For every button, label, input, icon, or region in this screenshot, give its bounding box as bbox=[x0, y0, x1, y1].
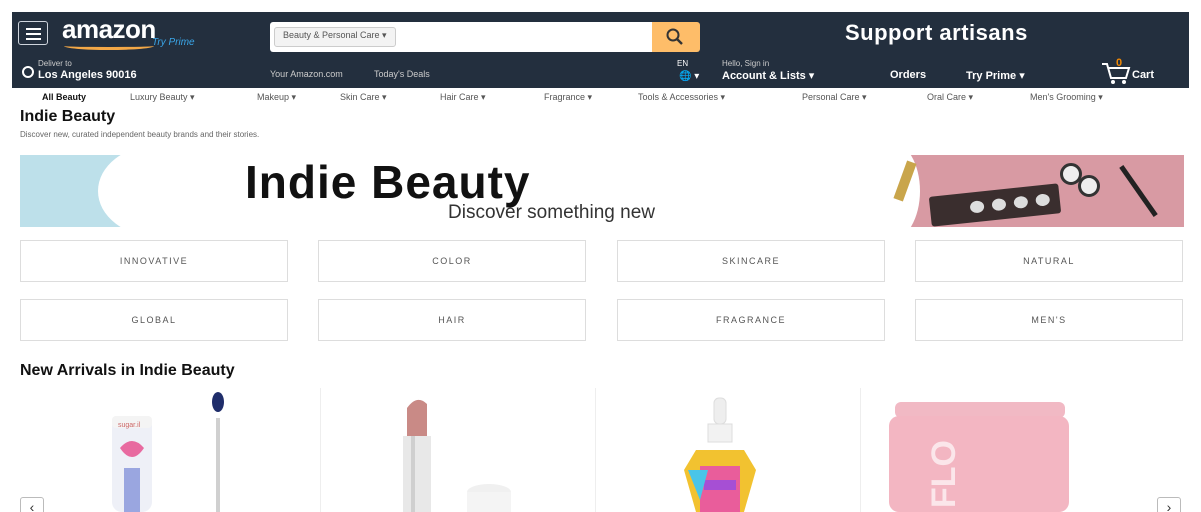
carousel-prev-button[interactable]: ‹ bbox=[20, 497, 44, 512]
hero-curve bbox=[98, 155, 218, 227]
subnav-hair-care[interactable]: Hair Care ▾ bbox=[440, 92, 486, 103]
card-divider bbox=[860, 388, 861, 512]
product-card-lipstick[interactable] bbox=[325, 388, 593, 512]
subnav-skin-care[interactable]: Skin Care ▾ bbox=[340, 92, 387, 103]
amazon-logo[interactable]: amazon bbox=[62, 14, 156, 45]
card-divider bbox=[595, 388, 596, 512]
lip-gloss-image bbox=[112, 392, 224, 512]
subnav-all-beauty[interactable]: All Beauty bbox=[42, 92, 86, 102]
orders-link[interactable]: Orders bbox=[890, 69, 926, 81]
try-prime-logo-text[interactable]: Try Prime bbox=[152, 37, 195, 48]
search-button[interactable] bbox=[652, 22, 700, 52]
category-natural[interactable]: NATURAL bbox=[915, 240, 1183, 282]
category-fragrance[interactable]: FRAGRANCE bbox=[617, 299, 885, 341]
hero-subtitle: Discover something new bbox=[448, 202, 655, 223]
top-header: amazon Try Prime Beauty & Personal Care … bbox=[12, 12, 1189, 88]
language-globe-dropdown[interactable]: 🌐 ▾ bbox=[679, 71, 699, 82]
hero-title: Indie Beauty bbox=[245, 156, 531, 208]
category-innovative[interactable]: INNOVATIVE bbox=[20, 240, 288, 282]
subnav-personal-care[interactable]: Personal Care ▾ bbox=[802, 92, 867, 103]
page-description: Discover new, curated independent beauty… bbox=[20, 130, 260, 139]
your-amazon-link[interactable]: Your Amazon.com bbox=[270, 69, 343, 79]
cart-label[interactable]: Cart bbox=[1132, 69, 1154, 81]
deliver-location[interactable]: Los Angeles 90016 bbox=[38, 69, 137, 81]
promo-banner-text[interactable]: Support artisans bbox=[845, 20, 1028, 46]
category-color[interactable]: COLOR bbox=[318, 240, 586, 282]
todays-deals-link[interactable]: Today's Deals bbox=[374, 69, 430, 79]
product-card-lip-gloss[interactable]: sugar.il bbox=[20, 388, 288, 512]
category-skincare[interactable]: SKINCARE bbox=[617, 240, 885, 282]
flo-bottle-image bbox=[889, 402, 1069, 512]
deliver-to-label[interactable]: Deliver to bbox=[38, 59, 72, 68]
search-category-dropdown[interactable]: Beauty & Personal Care ▾ bbox=[274, 27, 396, 47]
compact-image-2 bbox=[1078, 175, 1100, 197]
logo-smile-icon bbox=[64, 42, 154, 50]
new-arrivals-carousel: sugar.il FLO bbox=[20, 388, 1184, 512]
subnav-fragrance[interactable]: Fragrance ▾ bbox=[544, 92, 592, 103]
header-bottom-row: Deliver to Los Angeles 90016 Your Amazon… bbox=[12, 56, 1189, 88]
location-pin-icon bbox=[22, 66, 34, 78]
card-divider bbox=[320, 388, 321, 512]
subnav-tools-accessories[interactable]: Tools & Accessories ▾ bbox=[638, 92, 725, 103]
product-card-serum[interactable] bbox=[600, 388, 868, 512]
category-global[interactable]: GLOBAL bbox=[20, 299, 288, 341]
product-card-flo[interactable]: FLO bbox=[865, 388, 1133, 512]
lipstick-image bbox=[403, 399, 511, 512]
flo-brand-label: FLO bbox=[925, 440, 963, 508]
category-mens[interactable]: MEN'S bbox=[915, 299, 1183, 341]
page-title: Indie Beauty bbox=[20, 108, 116, 125]
new-arrivals-title: New Arrivals in Indie Beauty bbox=[20, 362, 235, 379]
beauty-subnav: All Beauty Luxury Beauty ▾ Makeup ▾ Skin… bbox=[12, 90, 1189, 106]
language-label[interactable]: EN bbox=[677, 59, 688, 68]
account-greeting[interactable]: Hello, Sign in bbox=[722, 59, 769, 68]
try-prime-dropdown[interactable]: Try Prime ▾ bbox=[966, 69, 1025, 82]
subnav-mens-grooming[interactable]: Men's Grooming ▾ bbox=[1030, 92, 1103, 103]
menu-icon[interactable] bbox=[18, 21, 48, 45]
account-lists-dropdown[interactable]: Account & Lists ▾ bbox=[722, 69, 814, 82]
cart-count: 0 bbox=[1116, 57, 1123, 69]
search-input[interactable] bbox=[478, 24, 648, 50]
subnav-luxury-beauty[interactable]: Luxury Beauty ▾ bbox=[130, 92, 195, 103]
serum-bottle-image bbox=[684, 397, 756, 512]
subnav-oral-care[interactable]: Oral Care ▾ bbox=[927, 92, 973, 103]
hero-banner[interactable]: Indie Beauty Discover something new bbox=[20, 155, 1184, 227]
subnav-makeup[interactable]: Makeup ▾ bbox=[257, 92, 296, 103]
search-bar: Beauty & Personal Care ▾ bbox=[270, 22, 690, 52]
search-icon bbox=[666, 28, 683, 45]
header-top-row: amazon Try Prime Beauty & Personal Care … bbox=[12, 12, 1189, 54]
category-hair[interactable]: HAIR bbox=[318, 299, 586, 341]
product-brand-label: sugar.il bbox=[118, 422, 141, 429]
carousel-next-button[interactable]: › bbox=[1157, 497, 1181, 512]
